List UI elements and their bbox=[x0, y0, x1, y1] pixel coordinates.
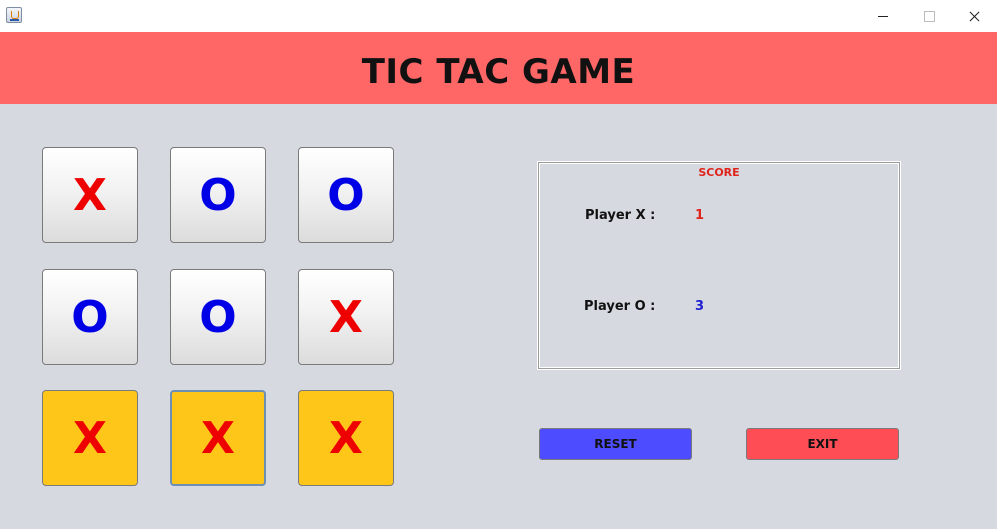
close-icon[interactable] bbox=[951, 0, 997, 32]
minimize-icon[interactable] bbox=[860, 0, 906, 32]
exit-button[interactable]: EXIT bbox=[746, 428, 899, 460]
reset-button[interactable]: RESET bbox=[539, 428, 692, 460]
score-panel: SCORE Player X : 1 Player O : 3 bbox=[537, 161, 901, 370]
board-cell-5[interactable]: O bbox=[170, 269, 266, 365]
score-title: SCORE bbox=[698, 166, 740, 179]
board-cell-1[interactable]: X bbox=[42, 147, 138, 243]
window-titlebar bbox=[0, 0, 997, 32]
board-cell-7[interactable]: X bbox=[42, 390, 138, 486]
board-cell-3[interactable]: O bbox=[298, 147, 394, 243]
board-cell-6[interactable]: X bbox=[298, 269, 394, 365]
game-area: X O O O O X X X X SCORE Player X : 1 Pla… bbox=[0, 104, 997, 529]
board-cell-2[interactable]: O bbox=[170, 147, 266, 243]
player-o-label: Player O : bbox=[584, 299, 656, 314]
java-app-icon bbox=[6, 7, 22, 23]
player-x-label: Player X : bbox=[585, 208, 656, 223]
maximize-icon[interactable] bbox=[906, 0, 952, 32]
player-o-score: 3 bbox=[695, 299, 705, 314]
page-title: TIC TAC GAME bbox=[361, 52, 636, 92]
board-cell-4[interactable]: O bbox=[42, 269, 138, 365]
player-x-score: 1 bbox=[695, 208, 705, 223]
header-banner: TIC TAC GAME bbox=[0, 32, 997, 104]
board-cell-9[interactable]: X bbox=[298, 390, 394, 486]
board-cell-8[interactable]: X bbox=[170, 390, 266, 486]
